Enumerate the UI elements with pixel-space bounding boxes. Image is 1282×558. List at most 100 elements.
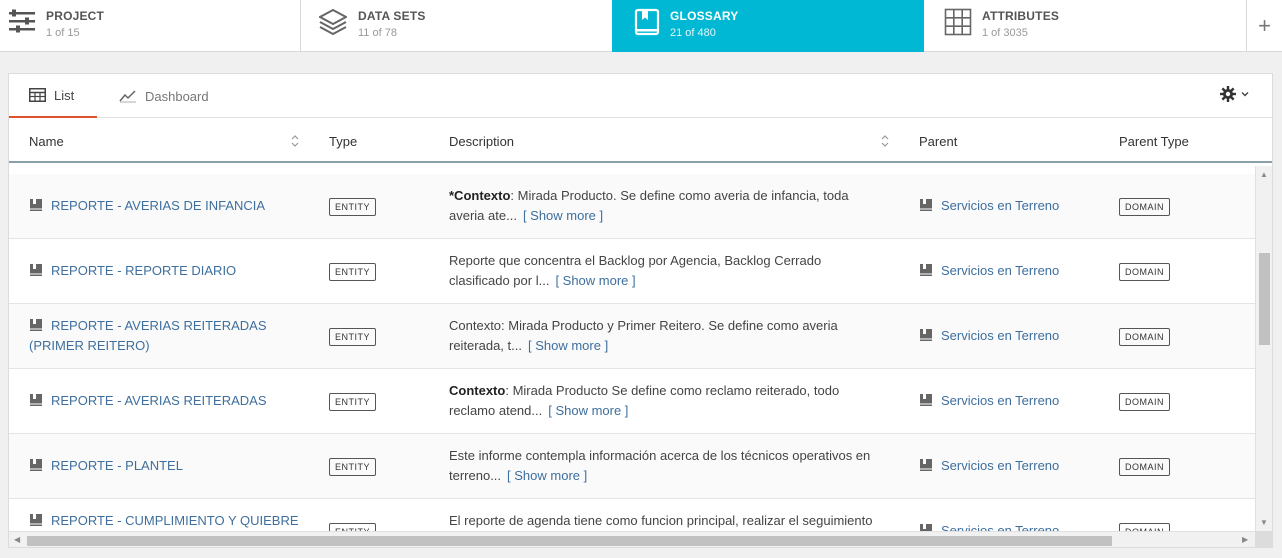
col-parent[interactable]: Parent bbox=[919, 119, 957, 163]
row-parent: Servicios en Terreno bbox=[941, 198, 1060, 213]
col-type[interactable]: Type bbox=[329, 119, 357, 163]
row-name-link[interactable]: REPORTE - PLANTEL bbox=[29, 456, 299, 476]
row-name: REPORTE - CUMPLIMIENTO Y QUIEBRE bbox=[51, 513, 299, 528]
add-tab-button[interactable]: + bbox=[1246, 0, 1282, 52]
table-row[interactable]: REPORTE - AVERIAS REITERADAS ENTITY Cont… bbox=[9, 369, 1255, 434]
row-name-line2: (PRIMER REITERO) bbox=[29, 338, 150, 353]
nav-tab-project[interactable]: PROJECT 1 of 15 bbox=[0, 0, 300, 52]
row-type: ENTITY bbox=[329, 196, 377, 216]
row-type: ENTITY bbox=[329, 261, 377, 281]
table-row[interactable]: REPORTE - CUMPLIMIENTO Y QUIEBRE ENTITY … bbox=[9, 499, 1255, 532]
table-row[interactable]: REPORTE - PLANTEL ENTITY Este informe co… bbox=[9, 434, 1255, 499]
row-parent-link[interactable]: Servicios en Terreno bbox=[919, 456, 1059, 476]
scroll-up-icon[interactable]: ▲ bbox=[1260, 170, 1268, 179]
desc-line1: El reporte de agenda tiene como funcion … bbox=[449, 513, 873, 528]
book-icon bbox=[920, 459, 932, 471]
col-name[interactable]: Name bbox=[29, 119, 64, 163]
tab-dashboard-label: Dashboard bbox=[145, 88, 209, 104]
book-icon bbox=[30, 514, 42, 526]
table-row[interactable]: REPORTE - AVERIAS REITERADAS (PRIMER REI… bbox=[9, 304, 1255, 369]
row-parent-link[interactable]: Servicios en Terreno bbox=[919, 326, 1059, 346]
scroll-right-icon[interactable]: ▶ bbox=[1242, 535, 1248, 544]
row-description: El reporte de agenda tiene como funcion … bbox=[449, 511, 889, 531]
nav-tab-attributes[interactable]: ATTRIBUTES 1 of 3035 bbox=[924, 0, 1246, 52]
row-name: REPORTE - AVERIAS REITERADAS bbox=[51, 318, 267, 333]
chevron-down-icon bbox=[1241, 92, 1249, 97]
type-badge: ENTITY bbox=[329, 458, 377, 476]
row-type: ENTITY bbox=[329, 456, 377, 476]
parent-type-badge: DOMAIN bbox=[1119, 263, 1170, 281]
nav-tab-count: 1 of 15 bbox=[46, 27, 80, 39]
table-row[interactable]: REPORTE - REPORTE DIARIO ENTITY Reporte … bbox=[9, 239, 1255, 304]
nav-tab-data-sets[interactable]: DATA SETS 11 of 78 bbox=[301, 0, 612, 52]
show-more-link[interactable]: [ Show more ] bbox=[528, 338, 608, 353]
row-name-link[interactable]: REPORTE - AVERIAS DE INFANCIA bbox=[29, 196, 299, 216]
sort-icon[interactable] bbox=[290, 133, 300, 149]
row-parent-link[interactable]: Servicios en Terreno bbox=[919, 196, 1059, 216]
type-badge: ENTITY bbox=[329, 198, 377, 216]
row-type: ENTITY bbox=[329, 326, 377, 346]
nav-tab-glossary[interactable]: GLOSSARY 21 of 480 bbox=[612, 0, 924, 52]
col-description[interactable]: Description bbox=[449, 119, 514, 163]
type-badge: ENTITY bbox=[329, 328, 377, 346]
vertical-scrollbar[interactable]: ▲ ▼ bbox=[1255, 166, 1272, 531]
row-description: *Contexto: Mirada Producto. Se define co… bbox=[449, 186, 889, 226]
show-more-link[interactable]: [ Show more ] bbox=[523, 208, 603, 223]
desc-line1: : Mirada Producto Se define como reclamo… bbox=[505, 383, 840, 398]
book-icon bbox=[30, 319, 42, 331]
scroll-down-icon[interactable]: ▼ bbox=[1260, 518, 1268, 527]
horizontal-scroll-thumb[interactable] bbox=[27, 536, 1112, 546]
desc-bold: Contexto bbox=[449, 383, 506, 398]
nav-tab-title: GLOSSARY bbox=[670, 9, 739, 23]
tab-dashboard[interactable]: Dashboard bbox=[119, 74, 209, 118]
show-more-link[interactable]: [ Show more ] bbox=[507, 468, 587, 483]
scroll-left-icon[interactable]: ◀ bbox=[14, 535, 20, 544]
row-name-link[interactable]: REPORTE - REPORTE DIARIO bbox=[29, 261, 299, 281]
row-description: Contexto: Mirada Producto Se define como… bbox=[449, 381, 889, 421]
row-parent: Servicios en Terreno bbox=[941, 263, 1060, 278]
sort-icon[interactable] bbox=[880, 133, 890, 149]
view-tabs: List Dashboard bbox=[9, 74, 1272, 118]
table-row[interactable]: REPORTE - AVERIAS DE INFANCIA ENTITY *Co… bbox=[9, 174, 1255, 239]
book-icon bbox=[30, 199, 42, 211]
nav-tab-count: 21 of 480 bbox=[670, 27, 716, 39]
row-parent-link[interactable]: Servicios en Terreno bbox=[919, 391, 1059, 411]
desc-line1: Contexto: Mirada Producto y Primer Reite… bbox=[449, 318, 838, 333]
book-icon bbox=[920, 199, 932, 211]
parent-type-badge: DOMAIN bbox=[1119, 198, 1170, 216]
filters-icon bbox=[9, 9, 35, 33]
row-parent: Servicios en Terreno bbox=[941, 328, 1060, 343]
desc-line2: reclamo atend... bbox=[449, 403, 543, 418]
vertical-scroll-thumb[interactable] bbox=[1259, 253, 1270, 345]
settings-menu[interactable] bbox=[1220, 86, 1250, 102]
show-more-link[interactable]: [ Show more ] bbox=[548, 403, 628, 418]
nav-tab-title: DATA SETS bbox=[358, 9, 426, 23]
desc-line1: : Mirada Producto. Se define como averia… bbox=[510, 188, 849, 203]
row-parent-type: DOMAIN bbox=[1119, 261, 1170, 281]
type-badge: ENTITY bbox=[329, 263, 377, 281]
chart-line-icon bbox=[119, 90, 136, 103]
row-type: ENTITY bbox=[329, 391, 377, 411]
book-icon bbox=[920, 394, 932, 406]
nav-tab-count: 1 of 3035 bbox=[982, 27, 1028, 39]
book-icon bbox=[30, 394, 42, 406]
show-more-link[interactable]: [ Show more ] bbox=[555, 273, 635, 288]
desc-line2: clasificado por l... bbox=[449, 273, 550, 288]
row-name-link[interactable]: REPORTE - AVERIAS REITERADAS (PRIMER REI… bbox=[29, 316, 299, 356]
row-parent-type: DOMAIN bbox=[1119, 391, 1170, 411]
table-icon bbox=[29, 88, 46, 102]
desc-line2: terreno... bbox=[449, 468, 502, 483]
tab-list[interactable]: List bbox=[9, 74, 97, 118]
parent-type-badge: DOMAIN bbox=[1119, 458, 1170, 476]
row-parent-link[interactable]: Servicios en Terreno bbox=[919, 261, 1059, 281]
desc-line1: Este informe contempla información acerc… bbox=[449, 448, 871, 463]
desc-line2: reiterada, t... bbox=[449, 338, 522, 353]
grid-icon bbox=[944, 8, 972, 36]
row-name-link[interactable]: REPORTE - AVERIAS REITERADAS bbox=[29, 391, 299, 411]
row-parent-type: DOMAIN bbox=[1119, 196, 1170, 216]
row-name-link[interactable]: REPORTE - CUMPLIMIENTO Y QUIEBRE bbox=[29, 511, 299, 531]
col-parent-type[interactable]: Parent Type bbox=[1119, 119, 1189, 163]
row-parent-type: DOMAIN bbox=[1119, 456, 1170, 476]
horizontal-scrollbar[interactable]: ◀ ▶ bbox=[9, 531, 1255, 547]
row-description: Contexto: Mirada Producto y Primer Reite… bbox=[449, 316, 889, 356]
